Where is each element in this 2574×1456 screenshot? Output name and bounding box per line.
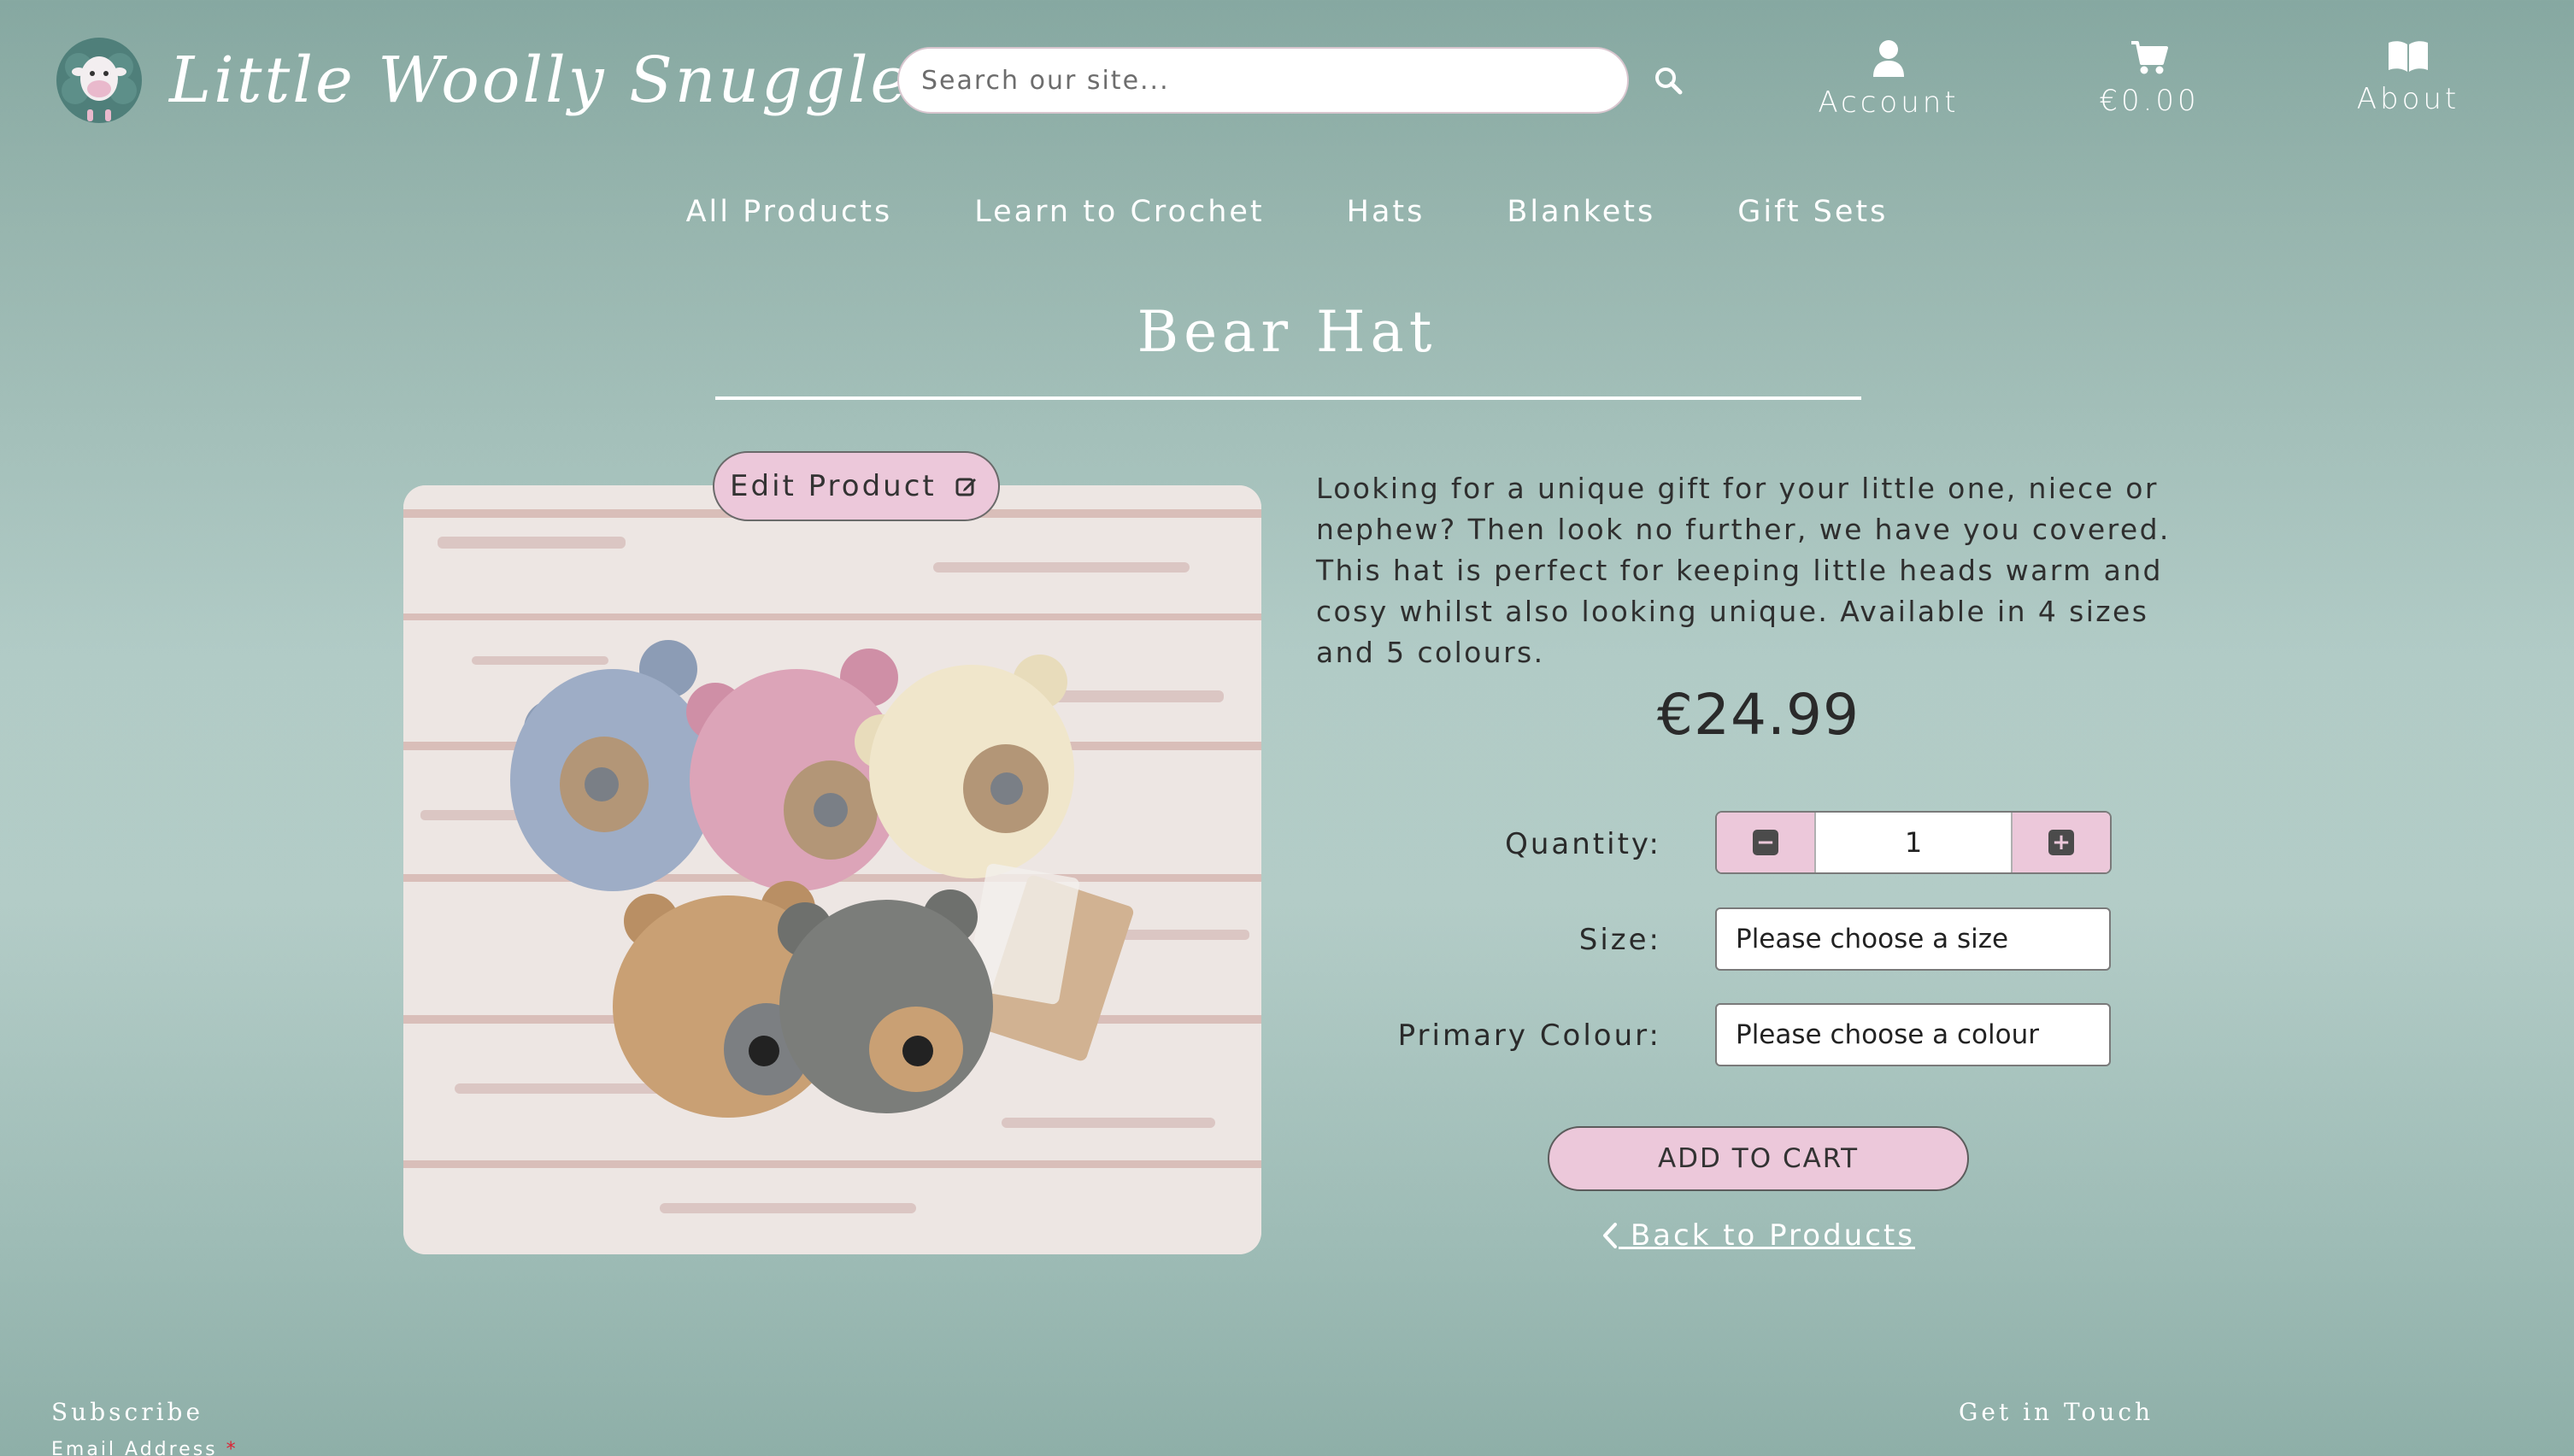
quantity-input[interactable]	[1814, 813, 2013, 872]
cart-link[interactable]: €0.00	[2047, 39, 2252, 118]
nav-item-learn-to-crochet[interactable]: Learn to Crochet	[974, 195, 1264, 229]
back-to-products-label: Back to Products	[1619, 1218, 1915, 1253]
account-link[interactable]: Account	[1786, 39, 1991, 120]
search-button[interactable]	[1643, 55, 1694, 106]
search-input[interactable]	[897, 47, 1629, 114]
nav-item-hats[interactable]: Hats	[1347, 195, 1425, 229]
increment-quantity-button[interactable]: +	[2013, 813, 2110, 872]
product-price: €24.99	[1657, 682, 1860, 748]
cart-icon	[2131, 41, 2168, 74]
edit-product-button[interactable]: Edit Product	[713, 451, 1000, 521]
about-label: About	[2356, 82, 2460, 116]
size-select-value: Please choose a size	[1736, 924, 2009, 954]
decrement-quantity-button[interactable]: −	[1717, 813, 1814, 872]
required-asterisk: *	[226, 1439, 238, 1456]
primary-colour-select[interactable]: Please choose a colour	[1715, 1003, 2111, 1066]
search-icon	[1655, 68, 1683, 95]
bear-hats-photo	[403, 485, 1261, 1254]
about-link[interactable]: About	[2306, 39, 2511, 116]
back-to-products-link[interactable]: Back to Products	[1316, 1218, 2201, 1253]
title-divider	[715, 396, 1861, 400]
site-logo[interactable]: Little Woolly Snuggles	[53, 34, 945, 126]
user-icon	[1873, 40, 1904, 77]
email-address-text: Email Address	[51, 1439, 218, 1456]
chevron-left-icon	[1603, 1223, 1618, 1248]
primary-colour-label: Primary Colour:	[1397, 1019, 1661, 1053]
product-description: Looking for a unique gift for your littl…	[1316, 472, 2171, 669]
search-bar	[897, 47, 1694, 114]
nav-item-blankets[interactable]: Blankets	[1507, 195, 1655, 229]
main-nav: All Products Learn to Crochet Hats Blank…	[0, 195, 2574, 229]
nav-item-all-products[interactable]: All Products	[686, 195, 893, 229]
nav-item-gift-sets[interactable]: Gift Sets	[1737, 195, 1888, 229]
plus-icon: +	[2048, 830, 2074, 855]
page-title: Bear Hat	[1137, 299, 1437, 365]
get-in-touch-heading: Get in Touch	[1959, 1398, 2154, 1426]
add-to-cart-label: ADD TO CART	[1657, 1143, 1860, 1174]
quantity-stepper: − +	[1715, 811, 2112, 874]
sheep-logo-icon	[56, 38, 142, 123]
cart-total: €0.00	[2099, 84, 2200, 118]
account-label: Account	[1818, 85, 1960, 120]
subscribe-heading: Subscribe	[51, 1398, 204, 1426]
brand-name: Little Woolly Snuggles	[169, 44, 946, 117]
product-image	[403, 485, 1261, 1254]
colour-select-value: Please choose a colour	[1736, 1019, 2039, 1050]
quantity-label: Quantity:	[1505, 827, 1661, 861]
size-label: Size:	[1578, 923, 1661, 957]
book-icon	[2389, 41, 2428, 72]
add-to-cart-button[interactable]: ADD TO CART	[1548, 1126, 1969, 1191]
edit-product-label: Edit Product	[730, 469, 937, 503]
size-select[interactable]: Please choose a size	[1715, 907, 2111, 971]
email-address-label: Email Address *	[51, 1439, 238, 1456]
edit-icon	[955, 478, 976, 496]
minus-icon: −	[1753, 830, 1778, 855]
